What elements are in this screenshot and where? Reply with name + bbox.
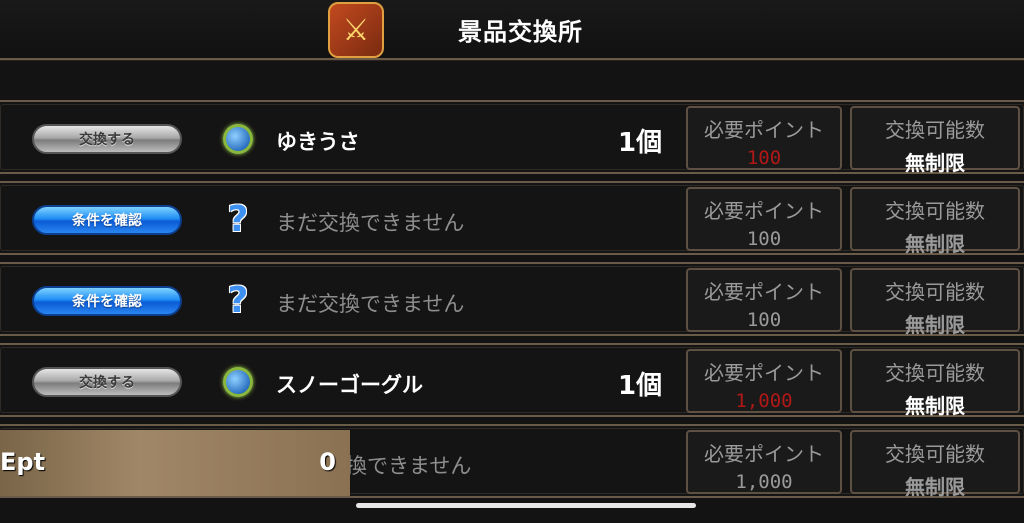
page-title: 景品交換所	[458, 18, 583, 46]
exchange-limit-label: 交換可能数	[885, 199, 985, 223]
points-overlay: Ept 0	[0, 430, 350, 496]
exchange-limit-box: 交換可能数 無制限	[850, 106, 1020, 175]
check-conditions-button[interactable]: 条件を確認	[32, 205, 182, 235]
exchange-limit-box: 交換可能数 無制限	[850, 430, 1020, 499]
item-name: ゆきうさ	[276, 130, 360, 154]
header-bar: ⚔ 景品交換所	[0, 0, 1024, 60]
item-name: まだ交換できません	[276, 211, 465, 235]
required-points-label: 必要ポイント	[704, 199, 824, 223]
hat-icon	[220, 363, 256, 401]
required-points-box: 必要ポイント 1,000	[686, 349, 842, 413]
exchange-row: 交換する スノーゴーグル 1個 必要ポイント 1,000 交換可能数 無制限	[0, 343, 1024, 418]
required-points-value: 100	[746, 147, 782, 169]
item-name: まだ交換できません	[276, 292, 465, 316]
exchange-row: 条件を確認 ? まだ交換できません 必要ポイント 100 交換可能数 無制限	[0, 262, 1024, 337]
question-icon: ?	[227, 280, 249, 321]
exchange-limit-box: 交換可能数 無制限	[850, 187, 1020, 256]
hat-icon	[220, 120, 256, 158]
required-points-label: 必要ポイント	[704, 280, 824, 304]
item-quantity: 1個	[618, 128, 663, 158]
exchange-limit-label: 交換可能数	[885, 118, 985, 142]
exchange-limit-label: 交換可能数	[885, 361, 985, 385]
required-points-value: 1,000	[735, 390, 793, 412]
exchange-limit-value: 無制限	[905, 394, 965, 418]
exchange-button[interactable]: 交換する	[32, 367, 182, 397]
required-points-box: 必要ポイント 1,000	[686, 430, 842, 494]
exchange-row: 条件を確認 ? まだ交換できません 必要ポイント 100 交換可能数 無制限	[0, 181, 1024, 256]
required-points-box: 必要ポイント 100	[686, 106, 842, 170]
exchange-limit-value: 無制限	[905, 232, 965, 256]
required-points-label: 必要ポイント	[704, 442, 824, 466]
item-name: 換できません	[346, 454, 472, 478]
points-overlay-label: Ept	[0, 448, 46, 476]
required-points-value: 100	[746, 228, 782, 250]
check-conditions-button[interactable]: 条件を確認	[32, 286, 182, 316]
required-points-value: 100	[746, 309, 782, 331]
required-points-box: 必要ポイント 100	[686, 268, 842, 332]
item-name: スノーゴーグル	[276, 373, 423, 397]
points-overlay-value: 0	[319, 448, 336, 476]
exchange-limit-label: 交換可能数	[885, 442, 985, 466]
item-quantity: 1個	[618, 371, 663, 401]
exchange-button[interactable]: 交換する	[32, 124, 182, 154]
required-points-value: 1,000	[735, 471, 793, 493]
exchange-limit-value: 無制限	[905, 313, 965, 337]
required-points-label: 必要ポイント	[704, 118, 824, 142]
shop-icon: ⚔	[328, 2, 384, 58]
exchange-limit-value: 無制限	[905, 475, 965, 499]
exchange-limit-label: 交換可能数	[885, 280, 985, 304]
required-points-label: 必要ポイント	[704, 361, 824, 385]
exchange-row: 交換する ゆきうさ 1個 必要ポイント 100 交換可能数 無制限	[0, 100, 1024, 175]
question-icon: ?	[227, 199, 249, 240]
required-points-box: 必要ポイント 100	[686, 187, 842, 251]
exchange-limit-value: 無制限	[905, 151, 965, 175]
exchange-limit-box: 交換可能数 無制限	[850, 268, 1020, 337]
exchange-limit-box: 交換可能数 無制限	[850, 349, 1020, 418]
home-indicator[interactable]	[356, 503, 696, 508]
